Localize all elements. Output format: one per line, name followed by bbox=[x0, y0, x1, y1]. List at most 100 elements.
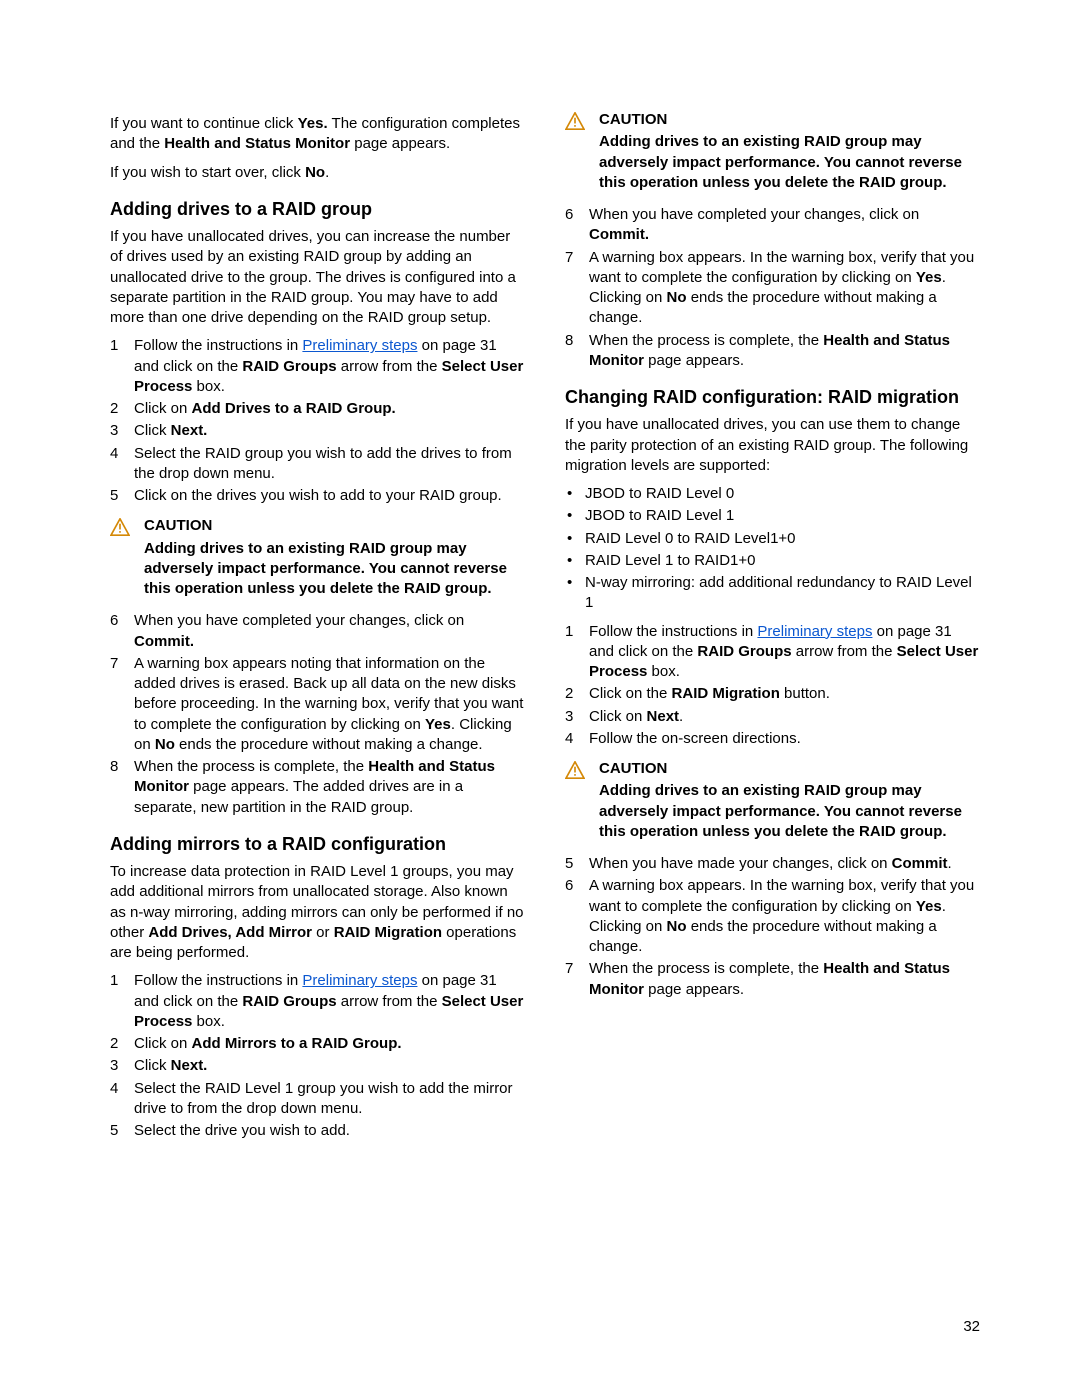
two-column-layout: If you want to continue click Yes. The c… bbox=[110, 110, 980, 1170]
step-number: 7 bbox=[565, 248, 589, 329]
step-text: When you have completed your changes, cl… bbox=[134, 611, 525, 652]
step: 1Follow the instructions in Preliminary … bbox=[110, 971, 525, 1032]
step-text: Select the drive you wish to add. bbox=[134, 1121, 525, 1141]
step: 8When the process is complete, the Healt… bbox=[565, 331, 980, 372]
text: If you wish to start over, click bbox=[110, 164, 305, 181]
step: 3Click Next. bbox=[110, 421, 525, 441]
section-intro: If you have unallocated drives, you can … bbox=[565, 415, 980, 476]
list-item: RAID Level 0 to RAID Level1+0 bbox=[565, 529, 980, 549]
step: 6When you have completed your changes, c… bbox=[110, 611, 525, 652]
step: 5Select the drive you wish to add. bbox=[110, 1121, 525, 1141]
caution-title: CAUTION bbox=[144, 516, 525, 536]
text-bold: No bbox=[305, 164, 325, 181]
step-text: Follow the instructions in Preliminary s… bbox=[134, 336, 525, 397]
step-text: When the process is complete, the Health… bbox=[589, 331, 980, 372]
step: 1Follow the instructions in Preliminary … bbox=[565, 622, 980, 683]
step-text: Select the RAID group you wish to add th… bbox=[134, 444, 525, 485]
page-number: 32 bbox=[963, 1317, 980, 1337]
step-number: 1 bbox=[110, 971, 134, 1032]
text: . bbox=[325, 164, 329, 181]
step-text: When you have completed your changes, cl… bbox=[589, 205, 980, 246]
step-text: When you have made your changes, click o… bbox=[589, 854, 980, 874]
step-number: 5 bbox=[565, 854, 589, 874]
step-text: Click Next. bbox=[134, 1056, 525, 1076]
caution-title: CAUTION bbox=[599, 110, 980, 130]
bullet-list: JBOD to RAID Level 0 JBOD to RAID Level … bbox=[565, 484, 980, 614]
step-text: A warning box appears. In the warning bo… bbox=[589, 876, 980, 957]
step: 4Follow the on-screen directions. bbox=[565, 729, 980, 749]
step-text: Click on the drives you wish to add to y… bbox=[134, 486, 525, 506]
steps-list: 6When you have completed your changes, c… bbox=[110, 611, 525, 818]
caution-message: Adding drives to an existing RAID group … bbox=[599, 781, 980, 842]
steps-list: 6When you have completed your changes, c… bbox=[565, 205, 980, 371]
section-intro: If you have unallocated drives, you can … bbox=[110, 227, 525, 328]
step-number: 3 bbox=[110, 421, 134, 441]
intro-para-1: If you want to continue click Yes. The c… bbox=[110, 114, 525, 155]
heading-adding-mirrors: Adding mirrors to a RAID configuration bbox=[110, 832, 525, 856]
step: 4Select the RAID group you wish to add t… bbox=[110, 444, 525, 485]
step: 3Click on Next. bbox=[565, 707, 980, 727]
step-number: 1 bbox=[110, 336, 134, 397]
step-number: 4 bbox=[110, 444, 134, 485]
step: 7When the process is complete, the Healt… bbox=[565, 959, 980, 1000]
text-bold: Health and Status Monitor bbox=[164, 135, 350, 152]
text: page appears. bbox=[350, 135, 450, 152]
step: 3Click Next. bbox=[110, 1056, 525, 1076]
step-number: 2 bbox=[110, 399, 134, 419]
caution-box: CAUTION Adding drives to an existing RAI… bbox=[565, 759, 980, 842]
intro-para-2: If you wish to start over, click No. bbox=[110, 163, 525, 183]
step-text: When the process is complete, the Health… bbox=[134, 757, 525, 818]
step-text: Click on Add Drives to a RAID Group. bbox=[134, 399, 525, 419]
step: 2Click on the RAID Migration button. bbox=[565, 684, 980, 704]
section-intro: To increase data protection in RAID Leve… bbox=[110, 862, 525, 963]
link-preliminary-steps[interactable]: Preliminary steps bbox=[302, 337, 417, 354]
step: 8When the process is complete, the Healt… bbox=[110, 757, 525, 818]
caution-title: CAUTION bbox=[599, 759, 980, 779]
step-text: Follow the on-screen directions. bbox=[589, 729, 980, 749]
step: 5Click on the drives you wish to add to … bbox=[110, 486, 525, 506]
step-number: 5 bbox=[110, 1121, 134, 1141]
caution-box: CAUTION Adding drives to an existing RAI… bbox=[110, 516, 525, 599]
step-number: 2 bbox=[110, 1034, 134, 1054]
step-number: 1 bbox=[565, 622, 589, 683]
step-number: 4 bbox=[565, 729, 589, 749]
step: 4Select the RAID Level 1 group you wish … bbox=[110, 1079, 525, 1120]
step-text: Click on Add Mirrors to a RAID Group. bbox=[134, 1034, 525, 1054]
steps-list: 1Follow the instructions in Preliminary … bbox=[565, 622, 980, 750]
text-bold: Yes. bbox=[298, 115, 328, 132]
step: 6A warning box appears. In the warning b… bbox=[565, 876, 980, 957]
link-preliminary-steps[interactable]: Preliminary steps bbox=[757, 623, 872, 640]
step-number: 6 bbox=[565, 876, 589, 957]
step: 7A warning box appears noting that infor… bbox=[110, 654, 525, 755]
step-number: 8 bbox=[110, 757, 134, 818]
step-number: 5 bbox=[110, 486, 134, 506]
list-item: N-way mirroring: add additional redundan… bbox=[565, 573, 980, 614]
caution-icon bbox=[565, 110, 599, 193]
step-number: 6 bbox=[565, 205, 589, 246]
caution-icon bbox=[110, 516, 144, 599]
step: 6When you have completed your changes, c… bbox=[565, 205, 980, 246]
step-text: A warning box appears. In the warning bo… bbox=[589, 248, 980, 329]
heading-raid-migration: Changing RAID configuration: RAID migrat… bbox=[565, 385, 980, 409]
step-number: 4 bbox=[110, 1079, 134, 1120]
link-preliminary-steps[interactable]: Preliminary steps bbox=[302, 972, 417, 989]
step-text: Follow the instructions in Preliminary s… bbox=[589, 622, 980, 683]
step: 5When you have made your changes, click … bbox=[565, 854, 980, 874]
caution-box: CAUTION Adding drives to an existing RAI… bbox=[565, 110, 980, 193]
step-text: Click Next. bbox=[134, 421, 525, 441]
step-number: 2 bbox=[565, 684, 589, 704]
step-text: When the process is complete, the Health… bbox=[589, 959, 980, 1000]
step-number: 8 bbox=[565, 331, 589, 372]
step: 2Click on Add Drives to a RAID Group. bbox=[110, 399, 525, 419]
step: 1Follow the instructions in Preliminary … bbox=[110, 336, 525, 397]
caution-message: Adding drives to an existing RAID group … bbox=[144, 539, 525, 600]
step-text: Select the RAID Level 1 group you wish t… bbox=[134, 1079, 525, 1120]
page: If you want to continue click Yes. The c… bbox=[0, 0, 1080, 1397]
text: If you want to continue click bbox=[110, 115, 298, 132]
step-number: 7 bbox=[565, 959, 589, 1000]
step: 7A warning box appears. In the warning b… bbox=[565, 248, 980, 329]
steps-list: 1Follow the instructions in Preliminary … bbox=[110, 336, 525, 506]
step-number: 3 bbox=[565, 707, 589, 727]
caution-message: Adding drives to an existing RAID group … bbox=[599, 132, 980, 193]
list-item: JBOD to RAID Level 0 bbox=[565, 484, 980, 504]
